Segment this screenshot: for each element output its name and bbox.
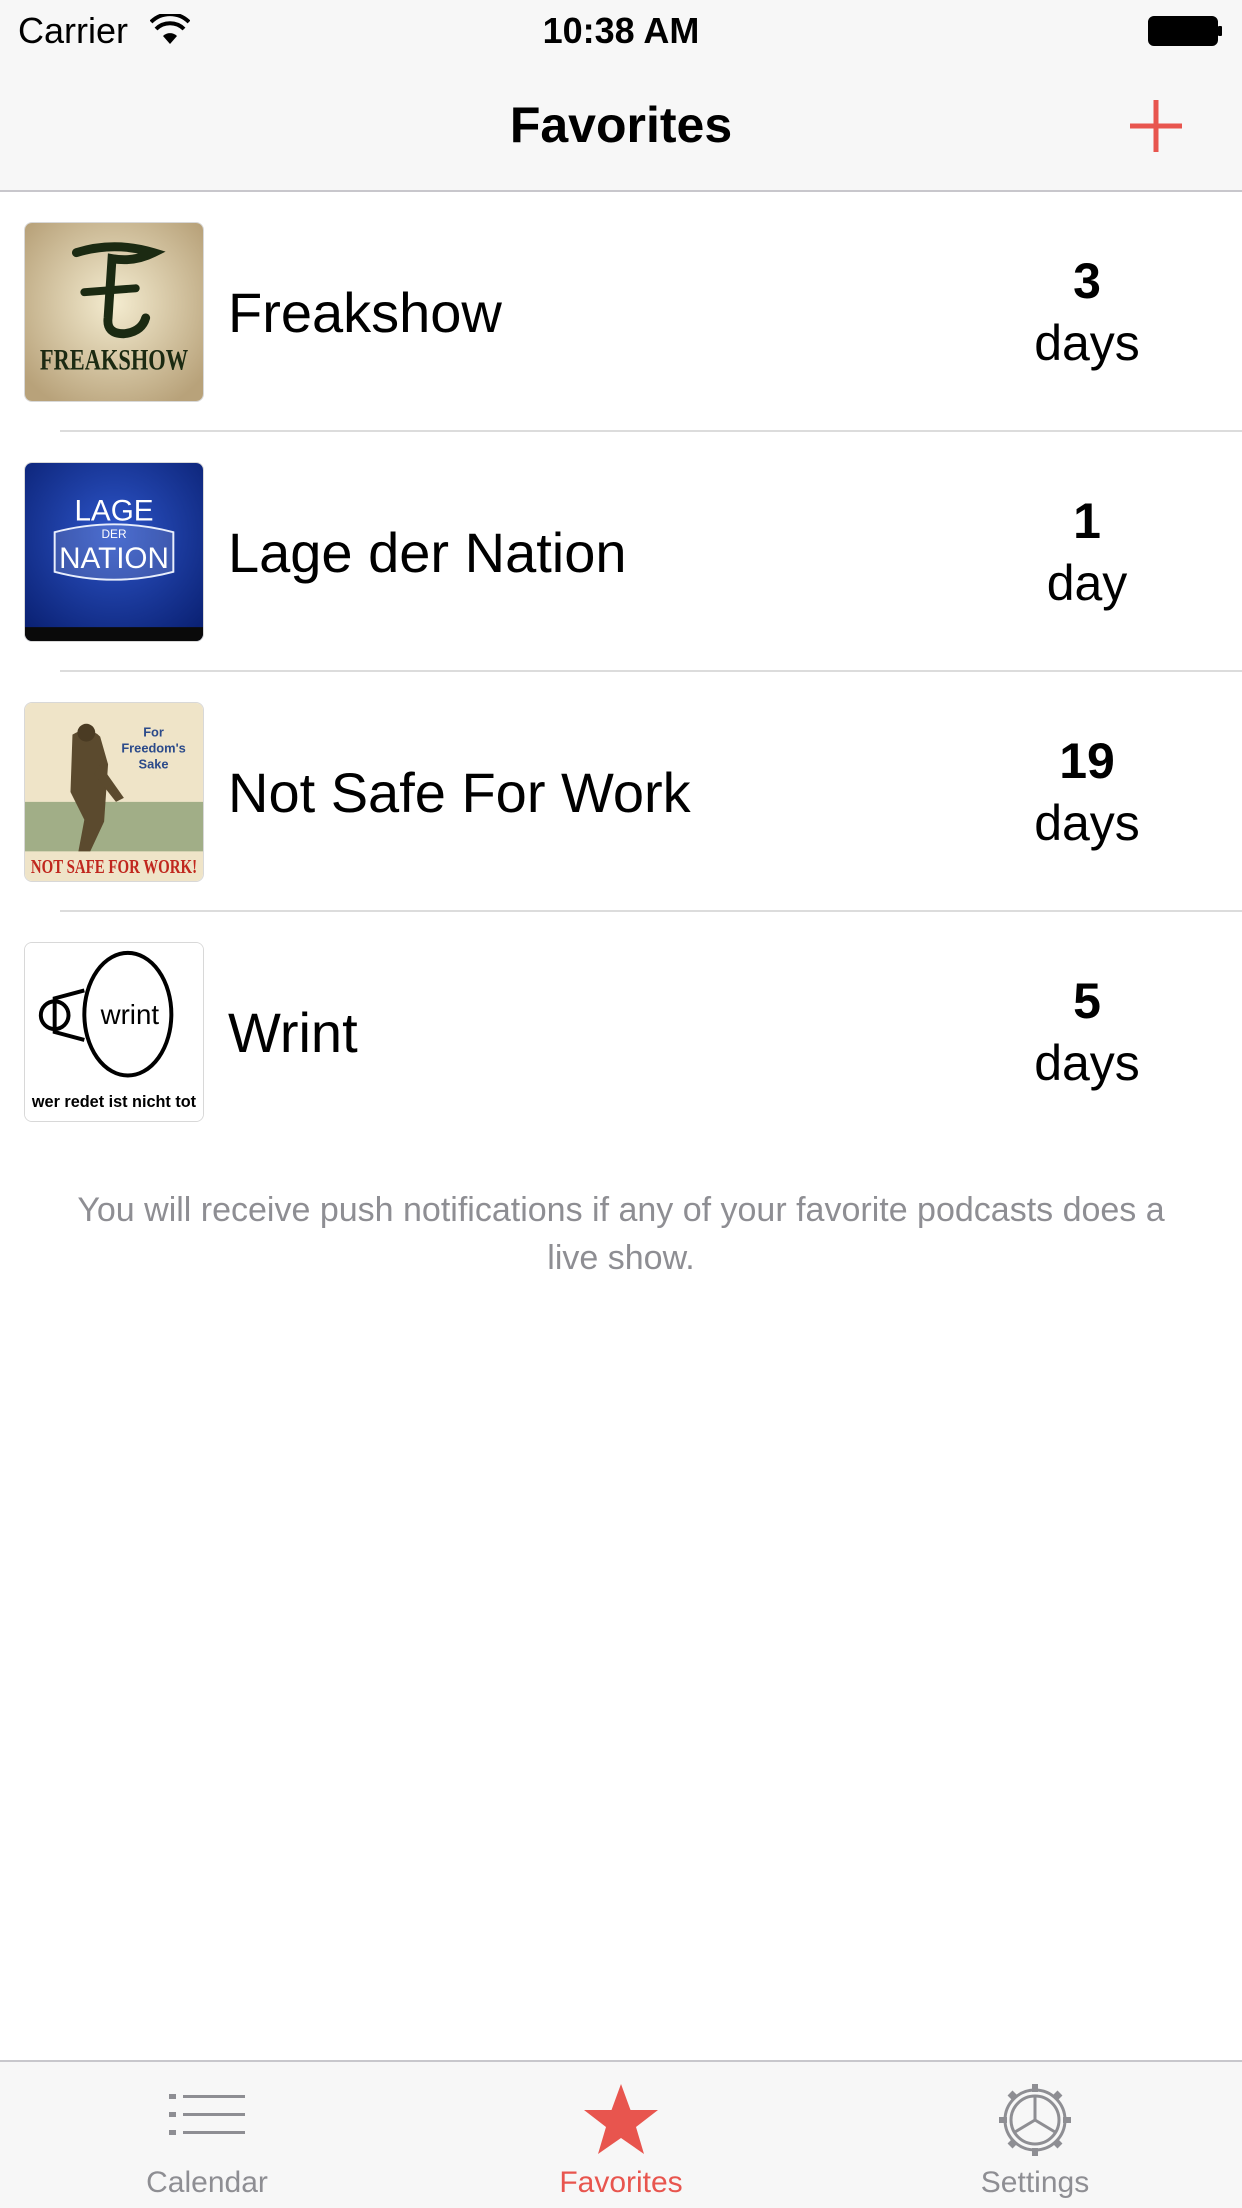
push-notification-note: You will receive push notifications if a…: [77, 1191, 1165, 1277]
svg-text:For: For: [143, 725, 164, 740]
podcast-artwork-wrint: wrint wer redet ist nicht tot: [24, 942, 204, 1122]
status-time: 10:38 AM: [542, 10, 700, 51]
days-count: 5: [1073, 973, 1101, 1029]
gear-icon: [999, 2084, 1071, 2156]
days-count: 1: [1073, 493, 1101, 549]
navigation-bar: Favorites: [0, 60, 1242, 192]
svg-text:LAGE: LAGE: [74, 494, 153, 527]
podcast-title: Not Safe For Work: [228, 761, 691, 824]
days-until-live: 1 day: [1002, 490, 1172, 614]
tab-settings[interactable]: Settings: [828, 2062, 1242, 2208]
svg-text:Freedom's: Freedom's: [121, 740, 185, 755]
days-unit: days: [1034, 1035, 1140, 1091]
svg-text:wer redet ist nicht tot: wer redet ist nicht tot: [31, 1092, 197, 1111]
favorite-row-freakshow[interactable]: FREAKSHOW Freakshow 3 days: [0, 192, 1242, 432]
favorite-row-wrint[interactable]: wrint wer redet ist nicht tot Wrint 5 da…: [0, 912, 1242, 1152]
days-count: 3: [1073, 253, 1101, 309]
status-bar: Carrier 10:38 AM: [0, 0, 1242, 60]
page-title: Favorites: [509, 97, 733, 153]
days-unit: days: [1034, 795, 1140, 851]
svg-text:Sake: Sake: [139, 756, 169, 771]
battery-icon: [1148, 16, 1222, 46]
star-icon: [584, 2084, 658, 2154]
svg-text:NATION: NATION: [59, 542, 169, 575]
podcast-title: Freakshow: [228, 281, 502, 344]
svg-text:DER: DER: [101, 527, 126, 541]
svg-text:FREAKSHOW: FREAKSHOW: [40, 344, 189, 376]
podcast-title: Lage der Nation: [228, 521, 627, 584]
tab-label: Settings: [980, 2166, 1090, 2199]
favorite-row-not-safe-for-work[interactable]: For Freedom's Sake NOT SAFE FOR WORK! No…: [0, 672, 1242, 912]
tab-calendar[interactable]: Calendar: [0, 2062, 414, 2208]
svg-text:wrint: wrint: [100, 999, 160, 1030]
days-unit: days: [1034, 315, 1140, 371]
add-favorite-button[interactable]: [1126, 96, 1186, 156]
tab-label: Favorites: [559, 2166, 683, 2199]
tab-bar: Calendar Favorites Settings: [0, 2060, 1242, 2208]
days-unit: day: [1046, 555, 1128, 611]
svg-text:NOT SAFE FOR WORK!: NOT SAFE FOR WORK!: [31, 856, 197, 878]
tab-label: Calendar: [146, 2166, 268, 2199]
favorites-screen: Carrier 10:38 AM Favorites FREAKSHOW Fre…: [0, 0, 1242, 2208]
days-until-live: 5 days: [1002, 970, 1172, 1094]
podcast-artwork-freakshow: FREAKSHOW: [24, 222, 204, 402]
days-until-live: 19 days: [1002, 730, 1172, 854]
days-until-live: 3 days: [1002, 250, 1172, 374]
favorites-list: FREAKSHOW Freakshow 3 days LAGE DER NATI…: [0, 192, 1242, 1152]
tab-favorites[interactable]: Favorites: [414, 2062, 828, 2208]
podcast-artwork-not-safe-for-work: For Freedom's Sake NOT SAFE FOR WORK!: [24, 702, 204, 882]
podcast-title: Wrint: [228, 1001, 358, 1064]
podcast-artwork-lage-der-nation: LAGE DER NATION: [24, 462, 204, 642]
days-count: 19: [1059, 733, 1115, 789]
favorite-row-lage-der-nation[interactable]: LAGE DER NATION Lage der Nation 1 day: [0, 432, 1242, 672]
list-icon: [169, 2094, 245, 2135]
